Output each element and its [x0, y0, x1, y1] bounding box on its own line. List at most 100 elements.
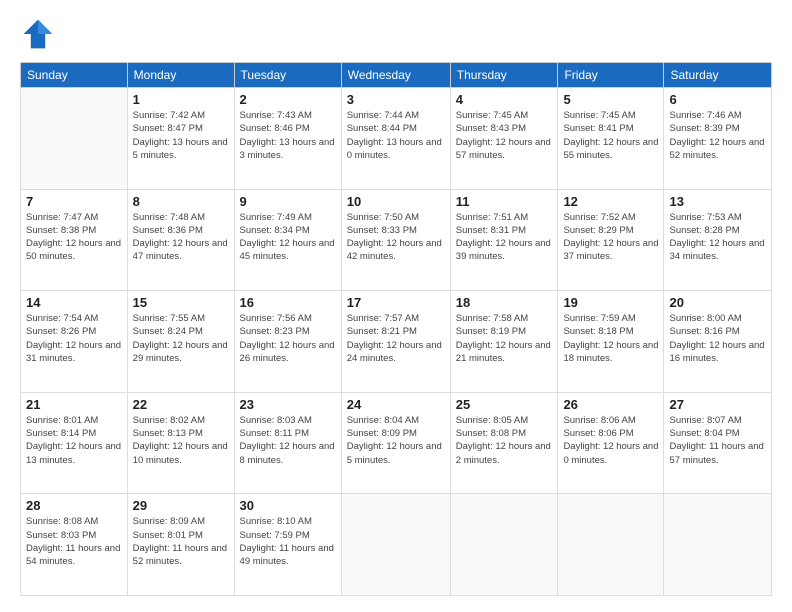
calendar-cell: 28 Sunrise: 8:08 AMSunset: 8:03 PMDayligh… [21, 494, 128, 596]
weekday-header-wednesday: Wednesday [341, 63, 450, 88]
calendar-cell: 21 Sunrise: 8:01 AMSunset: 8:14 PMDayligh… [21, 392, 128, 494]
day-number: 17 [347, 295, 445, 310]
day-info: Sunrise: 7:49 AMSunset: 8:34 PMDaylight:… [240, 211, 336, 264]
calendar-cell [450, 494, 558, 596]
calendar-cell [21, 88, 128, 190]
day-number: 2 [240, 92, 336, 107]
day-number: 8 [133, 194, 229, 209]
calendar-cell: 12 Sunrise: 7:52 AMSunset: 8:29 PMDayligh… [558, 189, 664, 291]
day-info: Sunrise: 7:44 AMSunset: 8:44 PMDaylight:… [347, 109, 445, 162]
day-number: 1 [133, 92, 229, 107]
day-info: Sunrise: 7:52 AMSunset: 8:29 PMDaylight:… [563, 211, 658, 264]
calendar-cell: 20Sunrise: 8:00 AMSunset: 8:16 PMDayligh… [664, 291, 772, 393]
day-info: Sunrise: 8:08 AMSunset: 8:03 PMDaylight:… [26, 515, 122, 568]
day-number: 15 [133, 295, 229, 310]
calendar-cell: 26 Sunrise: 8:06 AMSunset: 8:06 PMDayligh… [558, 392, 664, 494]
day-info: Sunrise: 7:45 AMSunset: 8:41 PMDaylight:… [563, 109, 658, 162]
day-number: 3 [347, 92, 445, 107]
day-number: 10 [347, 194, 445, 209]
calendar-table: SundayMondayTuesdayWednesdayThursdayFrid… [20, 62, 772, 596]
calendar-cell: 29 Sunrise: 8:09 AMSunset: 8:01 PMDayligh… [127, 494, 234, 596]
calendar-cell: 19 Sunrise: 7:59 AMSunset: 8:18 PMDayligh… [558, 291, 664, 393]
day-info: Sunrise: 8:07 AMSunset: 8:04 PMDaylight:… [669, 414, 766, 467]
weekday-header-monday: Monday [127, 63, 234, 88]
day-info: Sunrise: 8:01 AMSunset: 8:14 PMDaylight:… [26, 414, 122, 467]
week-row-3: 14 Sunrise: 7:54 AMSunset: 8:26 PMDayligh… [21, 291, 772, 393]
calendar-cell: 8 Sunrise: 7:48 AMSunset: 8:36 PMDaylight… [127, 189, 234, 291]
calendar-cell [664, 494, 772, 596]
day-number: 23 [240, 397, 336, 412]
calendar-header-row: SundayMondayTuesdayWednesdayThursdayFrid… [21, 63, 772, 88]
day-number: 13 [669, 194, 766, 209]
day-info: Sunrise: 7:57 AMSunset: 8:21 PMDaylight:… [347, 312, 445, 365]
day-info: Sunrise: 8:04 AMSunset: 8:09 PMDaylight:… [347, 414, 445, 467]
day-number: 19 [563, 295, 658, 310]
day-info: Sunrise: 8:09 AMSunset: 8:01 PMDaylight:… [133, 515, 229, 568]
day-info: Sunrise: 8:06 AMSunset: 8:06 PMDaylight:… [563, 414, 658, 467]
day-number: 9 [240, 194, 336, 209]
weekday-header-saturday: Saturday [664, 63, 772, 88]
day-number: 27 [669, 397, 766, 412]
weekday-header-friday: Friday [558, 63, 664, 88]
day-number: 28 [26, 498, 122, 513]
header [20, 16, 772, 52]
day-info: Sunrise: 8:02 AMSunset: 8:13 PMDaylight:… [133, 414, 229, 467]
day-info: Sunrise: 7:55 AMSunset: 8:24 PMDaylight:… [133, 312, 229, 365]
calendar-cell [558, 494, 664, 596]
calendar-cell: 25 Sunrise: 8:05 AMSunset: 8:08 PMDayligh… [450, 392, 558, 494]
calendar-cell: 13Sunrise: 7:53 AMSunset: 8:28 PMDayligh… [664, 189, 772, 291]
day-info: Sunrise: 7:50 AMSunset: 8:33 PMDaylight:… [347, 211, 445, 264]
calendar-cell: 14 Sunrise: 7:54 AMSunset: 8:26 PMDayligh… [21, 291, 128, 393]
day-info: Sunrise: 8:05 AMSunset: 8:08 PMDaylight:… [456, 414, 553, 467]
page: SundayMondayTuesdayWednesdayThursdayFrid… [0, 0, 792, 612]
day-info: Sunrise: 7:58 AMSunset: 8:19 PMDaylight:… [456, 312, 553, 365]
week-row-1: 1Sunrise: 7:42 AMSunset: 8:47 PMDaylight… [21, 88, 772, 190]
calendar-cell: 24 Sunrise: 8:04 AMSunset: 8:09 PMDayligh… [341, 392, 450, 494]
weekday-header-thursday: Thursday [450, 63, 558, 88]
day-info: Sunrise: 7:43 AMSunset: 8:46 PMDaylight:… [240, 109, 336, 162]
day-number: 24 [347, 397, 445, 412]
day-number: 25 [456, 397, 553, 412]
day-info: Sunrise: 7:56 AMSunset: 8:23 PMDaylight:… [240, 312, 336, 365]
calendar-cell: 27 Sunrise: 8:07 AMSunset: 8:04 PMDayligh… [664, 392, 772, 494]
day-info: Sunrise: 7:48 AMSunset: 8:36 PMDaylight:… [133, 211, 229, 264]
day-number: 6 [669, 92, 766, 107]
calendar-cell: 4 Sunrise: 7:45 AMSunset: 8:43 PMDaylight… [450, 88, 558, 190]
day-number: 16 [240, 295, 336, 310]
day-number: 4 [456, 92, 553, 107]
day-info: Sunrise: 7:54 AMSunset: 8:26 PMDaylight:… [26, 312, 122, 365]
day-number: 7 [26, 194, 122, 209]
calendar-cell: 10 Sunrise: 7:50 AMSunset: 8:33 PMDayligh… [341, 189, 450, 291]
day-info: Sunrise: 7:45 AMSunset: 8:43 PMDaylight:… [456, 109, 553, 162]
day-number: 11 [456, 194, 553, 209]
calendar-cell: 7Sunrise: 7:47 AMSunset: 8:38 PMDaylight… [21, 189, 128, 291]
day-number: 14 [26, 295, 122, 310]
day-number: 18 [456, 295, 553, 310]
day-info: Sunrise: 7:59 AMSunset: 8:18 PMDaylight:… [563, 312, 658, 365]
calendar-cell: 30Sunrise: 8:10 AMSunset: 7:59 PMDayligh… [234, 494, 341, 596]
calendar-cell: 16 Sunrise: 7:56 AMSunset: 8:23 PMDayligh… [234, 291, 341, 393]
day-number: 12 [563, 194, 658, 209]
day-info: Sunrise: 7:46 AMSunset: 8:39 PMDaylight:… [669, 109, 766, 162]
week-row-4: 21 Sunrise: 8:01 AMSunset: 8:14 PMDayligh… [21, 392, 772, 494]
day-number: 29 [133, 498, 229, 513]
logo [20, 16, 62, 52]
calendar-cell: 2 Sunrise: 7:43 AMSunset: 8:46 PMDaylight… [234, 88, 341, 190]
day-number: 22 [133, 397, 229, 412]
day-number: 5 [563, 92, 658, 107]
calendar-cell: 15 Sunrise: 7:55 AMSunset: 8:24 PMDayligh… [127, 291, 234, 393]
calendar-cell: 6 Sunrise: 7:46 AMSunset: 8:39 PMDaylight… [664, 88, 772, 190]
calendar-cell: 22 Sunrise: 8:02 AMSunset: 8:13 PMDayligh… [127, 392, 234, 494]
calendar-cell: 23 Sunrise: 8:03 AMSunset: 8:11 PMDayligh… [234, 392, 341, 494]
day-info: Sunrise: 8:10 AMSunset: 7:59 PMDaylight:… [240, 515, 336, 568]
day-number: 26 [563, 397, 658, 412]
day-number: 21 [26, 397, 122, 412]
weekday-header-tuesday: Tuesday [234, 63, 341, 88]
calendar-cell: 17 Sunrise: 7:57 AMSunset: 8:21 PMDayligh… [341, 291, 450, 393]
day-info: Sunrise: 8:03 AMSunset: 8:11 PMDaylight:… [240, 414, 336, 467]
logo-icon [20, 16, 56, 52]
weekday-header-sunday: Sunday [21, 63, 128, 88]
day-info: Sunrise: 7:51 AMSunset: 8:31 PMDaylight:… [456, 211, 553, 264]
calendar-cell: 9 Sunrise: 7:49 AMSunset: 8:34 PMDaylight… [234, 189, 341, 291]
day-number: 20 [669, 295, 766, 310]
